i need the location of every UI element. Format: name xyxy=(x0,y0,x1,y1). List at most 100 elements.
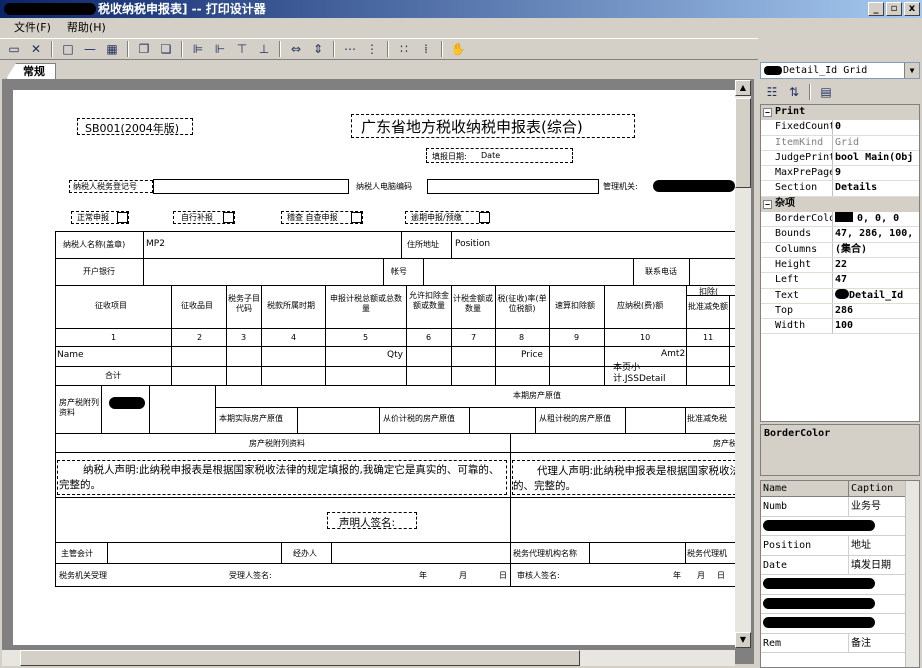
check-self[interactable] xyxy=(223,212,234,223)
prop-row[interactable]: Height 22 xyxy=(761,257,919,274)
property-exempt: 批准减免税 xyxy=(687,414,727,423)
col-num-8: 8 xyxy=(519,333,525,342)
taxpayer-pc-field[interactable] xyxy=(427,179,599,194)
scroll-up-icon[interactable]: ▲ xyxy=(735,80,751,96)
prop-row[interactable]: BorderColo 0, 0, 0 xyxy=(761,212,919,228)
hspace-equal-icon[interactable]: ∷ xyxy=(394,40,414,58)
scroll-thumb[interactable] xyxy=(735,98,751,188)
field-row[interactable]: Rem 备注 xyxy=(761,633,919,653)
field-grid-scrollbar[interactable] xyxy=(905,481,919,667)
prop-row[interactable]: Columns (集合) xyxy=(761,242,919,258)
align-bottom-icon[interactable]: ⊥ xyxy=(254,40,274,58)
col-header-3: 税务子目代码 xyxy=(228,294,260,313)
rectangle-icon[interactable]: □ xyxy=(58,40,78,58)
categorized-icon[interactable]: ☷ xyxy=(762,83,782,101)
field-row[interactable] xyxy=(761,517,919,536)
header-name[interactable]: Name xyxy=(761,481,849,496)
detail-name[interactable]: Name xyxy=(57,350,84,360)
grid-line xyxy=(451,231,452,258)
taxpayer-reg-label: 纳税人税务登记号 xyxy=(73,182,137,191)
restore-button[interactable]: ▫ xyxy=(886,2,902,16)
hand-icon[interactable]: ✋ xyxy=(448,40,468,58)
sort-alpha-icon[interactable]: ⇅ xyxy=(784,83,804,101)
scroll-down-icon[interactable]: ▼ xyxy=(735,632,751,648)
prop-row[interactable]: JudgePrint bool Main(Obj xyxy=(761,150,919,167)
minimize-button[interactable]: _ xyxy=(868,2,884,16)
taxpayer-reg-field[interactable] xyxy=(153,179,349,194)
menu-help[interactable]: 帮助(H) xyxy=(59,18,114,37)
prop-row[interactable]: MaxPrePage 9 xyxy=(761,166,919,182)
horizontal-scrollbar[interactable] xyxy=(2,650,735,666)
bring-front-icon[interactable]: ❐ xyxy=(134,40,154,58)
col-header-4: 税款所属时期 xyxy=(267,301,315,310)
prop-row[interactable]: Top 286 xyxy=(761,303,919,320)
align-right-icon[interactable]: ⊩ xyxy=(210,40,230,58)
menubar: 文件(F) 帮助(H) xyxy=(0,18,922,37)
fill-date-field: Date xyxy=(481,151,501,160)
property-grid[interactable]: − Print FixedCount 0 ItemKind Grid JudgePri… xyxy=(760,104,920,422)
prop-row[interactable]: Left 47 xyxy=(761,273,919,289)
field-row[interactable] xyxy=(761,595,919,614)
grid-line xyxy=(633,258,634,285)
check-normal-label: 正常申报 xyxy=(77,213,109,222)
vertical-scrollbar[interactable]: ▲ ▼ xyxy=(735,80,751,648)
check-late[interactable] xyxy=(479,212,490,223)
detail-price[interactable]: Price xyxy=(521,350,543,360)
delete-icon[interactable]: ✕ xyxy=(26,40,46,58)
align-top-icon[interactable]: ⊤ xyxy=(232,40,252,58)
day-label: 日 xyxy=(499,571,507,580)
new-icon[interactable]: ▭ xyxy=(4,40,24,58)
prop-row[interactable]: FixedCount 0 xyxy=(761,120,919,136)
header-caption[interactable]: Caption xyxy=(849,481,907,496)
field-row[interactable]: Numb 业务号 xyxy=(761,497,919,517)
menu-file[interactable]: 文件(F) xyxy=(6,18,59,37)
field-row[interactable]: Position 地址 xyxy=(761,536,919,556)
category-print[interactable]: − Print xyxy=(761,105,919,121)
fill-date-label: 填报日期: xyxy=(432,152,467,161)
field-row[interactable] xyxy=(761,575,919,595)
vspace-equal-icon[interactable]: ⁞ xyxy=(416,40,436,58)
align-left-icon[interactable]: ⊫ xyxy=(188,40,208,58)
prop-row[interactable]: Width 100 xyxy=(761,319,919,335)
send-back-icon[interactable]: ❏ xyxy=(156,40,176,58)
hscroll-thumb[interactable] xyxy=(20,650,580,666)
same-width-icon[interactable]: ⇔ xyxy=(286,40,306,58)
grid-line xyxy=(604,285,605,386)
field-row[interactable] xyxy=(761,614,919,634)
detail-amt[interactable]: Amt2 xyxy=(661,349,685,359)
chevron-down-icon[interactable]: ▼ xyxy=(904,63,919,78)
check-inspect[interactable] xyxy=(351,212,362,223)
vspace-icon[interactable]: ⋮ xyxy=(362,40,382,58)
detail-qty[interactable]: Qty xyxy=(387,350,403,360)
toolbar-separator xyxy=(809,84,811,100)
grid-line xyxy=(215,385,216,433)
hspace-icon[interactable]: ⋯ xyxy=(340,40,360,58)
field-grid[interactable]: Name Caption Numb 业务号 Position 地址 Date 填发日期… xyxy=(760,480,920,668)
table-icon[interactable]: ▦ xyxy=(102,40,122,58)
tab-general[interactable]: 常规 xyxy=(6,63,56,79)
address-field: Position xyxy=(455,239,491,249)
prop-row[interactable]: Text Detail_Id xyxy=(761,288,919,304)
category-misc[interactable]: − 杂项 xyxy=(761,196,919,213)
col-header-11: 扣除( xyxy=(699,287,719,296)
field-row[interactable]: Date 填发日期 xyxy=(761,555,919,575)
collapse-icon[interactable]: − xyxy=(763,108,772,117)
grid-line xyxy=(261,285,262,386)
agent-org-label: 税务代理机构名称 xyxy=(513,549,577,558)
grid-line xyxy=(401,231,402,258)
same-height-icon[interactable]: ⇕ xyxy=(308,40,328,58)
prop-row[interactable]: Section Details xyxy=(761,181,919,197)
properties-toolbar: ☷ ⇅ ▤ xyxy=(760,82,920,102)
prop-row[interactable]: ItemKind Grid xyxy=(761,135,919,151)
property-pages-icon[interactable]: ▤ xyxy=(816,83,836,101)
line-icon[interactable]: — xyxy=(80,40,100,58)
design-canvas: SB001(2004年版) 广东省地方税收纳税申报表(综合) 填报日期: Dat… xyxy=(2,79,754,664)
redacted-text-prefix xyxy=(835,288,849,299)
close-button[interactable]: x xyxy=(904,2,920,16)
collapse-icon[interactable]: − xyxy=(763,199,772,209)
object-selector[interactable]: Detail_Id Grid ▼ xyxy=(760,62,920,79)
check-normal[interactable] xyxy=(117,212,128,223)
report-page[interactable]: SB001(2004年版) 广东省地方税收纳税申报表(综合) 填报日期: Dat… xyxy=(13,90,736,645)
prop-row[interactable]: Bounds 47, 286, 100, xyxy=(761,227,919,243)
reviewer-sign-label: 审核人签名: xyxy=(517,571,560,580)
